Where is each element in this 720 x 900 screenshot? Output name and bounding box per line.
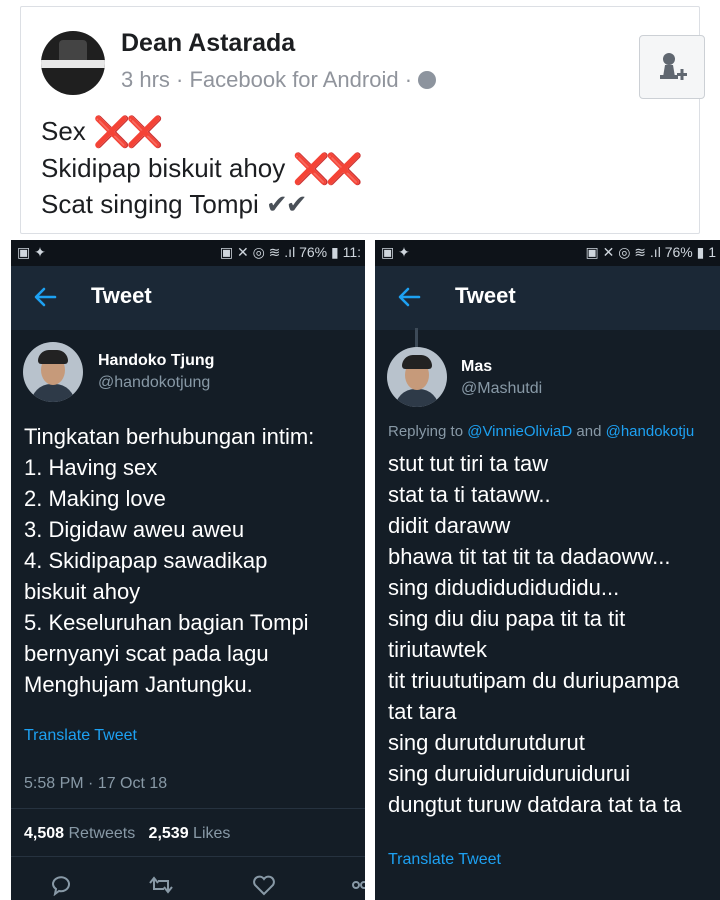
add-friend-icon: [660, 53, 687, 80]
tweet-text-line: stat ta ti tataww..: [388, 482, 551, 507]
retweets-count[interactable]: 4,508: [24, 825, 64, 842]
replying-and: and: [576, 423, 602, 440]
tweet-nav-bar: Tweet: [375, 266, 720, 330]
tweet-text-line: tat tara: [388, 699, 457, 724]
divider: [11, 808, 365, 809]
likes-label[interactable]: Likes: [193, 825, 230, 842]
likes-count[interactable]: 2,539: [149, 825, 189, 842]
tweet-text-line: Tingkatan berhubungan intim:: [24, 424, 315, 449]
tweet-text-line: tiriutawtek: [388, 637, 488, 662]
author-name[interactable]: Mas: [461, 358, 492, 376]
tweet-text-line: 5. Keseluruhan bagian Tompi: [24, 610, 309, 635]
mention-link[interactable]: @VinnieOliviaD: [467, 423, 572, 440]
author-handle[interactable]: @Mashutdi: [461, 380, 542, 398]
tweet-text-line: Menghujam Jantungku.: [24, 672, 253, 697]
tweet-text-line: tit triuututipam du duriupampa: [388, 668, 680, 693]
tweet-text-line: sing didudidudidudidu...: [388, 575, 620, 600]
tweet-text-line: 4. Skidipapap sawadikap: [24, 548, 268, 573]
tweet-text-line: didit daraww: [388, 513, 511, 538]
author-name[interactable]: Dean Astarada: [121, 29, 295, 58]
tweet-text-line: 1. Having sex: [24, 455, 158, 480]
facebook-post-card: Dean Astarada 3 hrs · Facebook for Andro…: [20, 6, 705, 234]
back-arrow-icon[interactable]: [397, 286, 421, 308]
tweet-timestamp: 5:58 PM · 17 Oct 18: [24, 775, 168, 792]
post-line-3: Scat singing Tompi ✔✔: [41, 189, 308, 220]
tweet-text-line: sing diu diu papa tit ta tit: [388, 606, 626, 631]
share-icon[interactable]: [351, 876, 365, 894]
tweet-text-line: dungtut turuw datdara tat ta ta: [388, 792, 682, 817]
divider: [11, 856, 365, 857]
check-mark-icon: ✔✔: [265, 189, 308, 219]
tweet-nav-bar: Tweet: [11, 266, 365, 330]
post-meta: 3 hrs · Facebook for Android ·: [121, 67, 437, 93]
tweet-text-line: bhawa tit tat tit ta dadaoww...: [388, 544, 671, 569]
right-tweet-screenshot: ▣ ✦ ▣ ✕ ◎ ≋ .ıl 76% ▮ 1 Tweet Mas @Mashu…: [375, 240, 720, 900]
status-right-icons: ▣ ✕ ◎ ≋ .ıl 76% ▮ 1: [585, 244, 716, 260]
post-meta-text: 3 hrs · Facebook for Android ·: [121, 67, 413, 92]
tweet-text-line: stut tut tiri ta taw: [388, 451, 549, 476]
tweet-text-line: sing durutdurutdurut: [388, 730, 585, 755]
post-line-1-text: Sex: [41, 116, 86, 146]
tweet-text-line: sing duruiduruiduruidurui: [388, 761, 631, 786]
nav-title: Tweet: [455, 283, 516, 308]
author-handle[interactable]: @handokotjung: [98, 374, 210, 392]
author-name[interactable]: Handoko Tjung: [98, 352, 214, 370]
post-line-3-text: Scat singing Tompi: [41, 189, 259, 219]
thread-connector-line: [415, 328, 418, 348]
reply-icon[interactable]: [50, 874, 72, 896]
author-avatar[interactable]: [23, 342, 83, 402]
post-line-1: Sex ❌❌: [41, 115, 164, 150]
add-friend-button[interactable]: [639, 35, 705, 99]
mention-link[interactable]: @handokotju: [606, 423, 695, 440]
post-line-2-text: Skidipap biskuit ahoy: [41, 153, 286, 183]
translate-tweet-link[interactable]: Translate Tweet: [388, 851, 501, 869]
back-arrow-icon[interactable]: [33, 286, 57, 308]
status-bar: ▣ ✦ ▣ ✕ ◎ ≋ .ıl 76% ▮ 1: [375, 240, 720, 266]
post-line-2: Skidipap biskuit ahoy ❌❌: [41, 152, 364, 187]
author-avatar[interactable]: [387, 347, 447, 407]
cross-mark-icon: ❌❌: [93, 116, 164, 149]
nav-title: Tweet: [91, 283, 152, 308]
author-avatar[interactable]: [41, 31, 105, 95]
like-icon[interactable]: [252, 874, 276, 896]
tweet-text-line: biskuit ahoy: [24, 579, 141, 604]
retweets-label[interactable]: Retweets: [69, 825, 136, 842]
cross-mark-icon: ❌❌: [292, 153, 364, 186]
replying-to: Replying to @VinnieOliviaD and @handokot…: [388, 423, 694, 440]
translate-tweet-link[interactable]: Translate Tweet: [24, 727, 137, 745]
tweet-text-line: 3. Digidaw aweu aweu: [24, 517, 245, 542]
globe-icon: [418, 71, 437, 89]
status-bar: ▣ ✦ ▣ ✕ ◎ ≋ .ıl 76% ▮ 11:: [11, 240, 365, 266]
tweet-stats: 4,508 Retweets 2,539 Likes: [24, 825, 230, 843]
status-left-icons: ▣ ✦: [17, 244, 46, 260]
left-tweet-screenshot: ▣ ✦ ▣ ✕ ◎ ≋ .ıl 76% ▮ 11: Tweet Handoko …: [11, 240, 365, 900]
status-right-icons: ▣ ✕ ◎ ≋ .ıl 76% ▮ 11:: [219, 244, 361, 260]
status-left-icons: ▣ ✦: [381, 244, 410, 260]
tweet-text-line: 2. Making love: [24, 486, 166, 511]
replying-prefix: Replying to: [388, 423, 464, 440]
tweet-text-line: bernyanyi scat pada lagu: [24, 641, 269, 666]
retweet-icon[interactable]: [149, 874, 173, 896]
